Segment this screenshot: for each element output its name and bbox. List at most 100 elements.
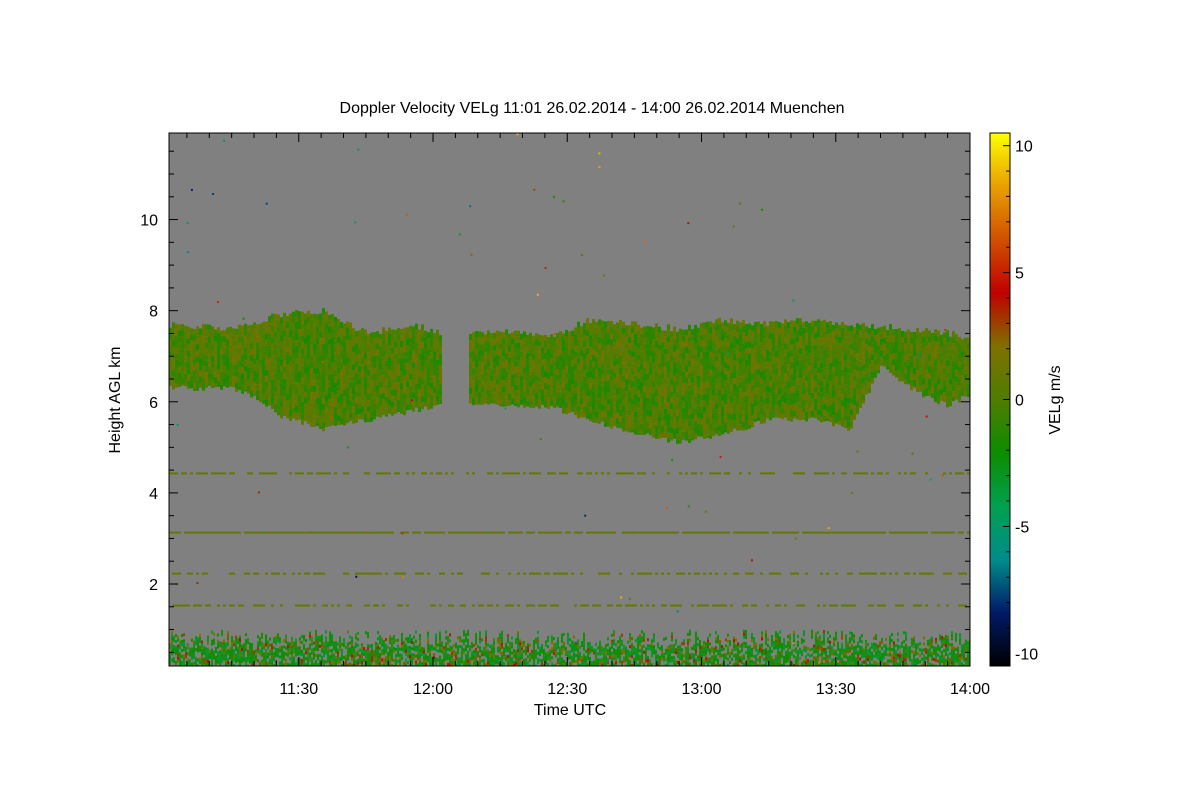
boundary-layer-cell <box>367 644 369 647</box>
cloud-cell <box>271 320 274 326</box>
cloud-cell <box>841 382 844 388</box>
cloud-cell <box>316 398 319 404</box>
boundary-layer-cell <box>221 657 223 660</box>
cloud-cell <box>724 386 727 392</box>
cloud-cell <box>577 376 580 382</box>
cloud-cell <box>763 399 766 405</box>
cloud-cell <box>388 364 391 370</box>
boundary-layer-cell <box>199 661 201 664</box>
cloud-cell <box>499 350 502 356</box>
cloud-cell <box>637 355 640 361</box>
cloud-cell <box>622 382 625 388</box>
cloud-cell <box>667 426 670 432</box>
boundary-layer-cell <box>417 648 419 651</box>
cloud-cell <box>724 356 727 362</box>
cloud-cell <box>538 359 541 365</box>
cloud-cell <box>601 399 604 405</box>
cloud-cell <box>346 393 349 399</box>
cloud-cell <box>433 375 436 381</box>
cloud-cell <box>697 364 700 370</box>
cloud-cell <box>916 346 919 352</box>
cloud-cell <box>499 392 502 398</box>
cloud-cell <box>232 340 235 346</box>
cloud-cell <box>823 326 826 332</box>
boundary-layer-cell <box>337 661 339 664</box>
cloud-cell <box>697 340 700 346</box>
boundary-layer-cell <box>217 640 219 643</box>
cloud-cell <box>664 433 667 438</box>
cloud-cell <box>712 383 715 389</box>
cloud-cell <box>667 372 670 378</box>
boundary-layer-cell <box>275 651 277 654</box>
cloud-cell <box>772 334 775 340</box>
cloud-cell <box>859 403 862 408</box>
cloud-cell <box>607 363 610 369</box>
cloud-cell <box>562 357 565 363</box>
cloud-cell <box>775 333 778 339</box>
boundary-layer-cell <box>409 637 411 640</box>
cloud-cell <box>400 395 403 401</box>
cloud-cell <box>679 443 682 444</box>
cloud-cell <box>610 351 613 357</box>
cloud-cell <box>643 422 646 428</box>
boundary-layer-cell <box>423 651 425 654</box>
cloud-cell <box>901 337 904 343</box>
cloud-cell <box>334 329 337 335</box>
cloud-cell <box>487 349 490 355</box>
cloud-cell <box>235 335 238 341</box>
cloud-cell <box>412 350 415 356</box>
cloud-cell <box>646 350 649 356</box>
cloud-cell <box>562 381 565 387</box>
cloud-cell <box>388 394 391 400</box>
boundary-layer-cell <box>459 645 461 648</box>
cloud-cell <box>841 388 844 394</box>
cloud-cell <box>598 415 601 421</box>
cloud-cell <box>373 392 376 398</box>
boundary-layer-cell <box>173 648 175 651</box>
cloud-cell <box>406 339 409 345</box>
cloud-cell <box>649 435 652 436</box>
boundary-layer-cell <box>387 652 389 655</box>
cloud-cell <box>196 332 199 338</box>
cloud-cell <box>235 329 238 335</box>
cloud-cell <box>526 395 529 401</box>
cloud-cell <box>757 369 760 375</box>
cloud-cell <box>679 395 682 401</box>
cloud-cell <box>817 337 820 343</box>
cloud-cell <box>511 398 514 404</box>
cloud-cell <box>694 397 697 403</box>
cloud-cell <box>586 342 589 348</box>
cloud-cell <box>775 351 778 357</box>
cloud-cell <box>676 356 679 362</box>
cloud-cell <box>376 379 379 385</box>
boundary-layer-cell <box>451 649 453 652</box>
cloud-cell <box>514 355 517 361</box>
boundary-layer-cell <box>297 650 299 653</box>
cloud-cell <box>850 397 853 403</box>
cloud-cell <box>193 383 196 389</box>
cloud-cell <box>619 404 622 410</box>
cloud-cell <box>856 407 859 413</box>
boundary-layer-cell <box>455 658 457 661</box>
cloud-cell <box>316 368 319 374</box>
cloud-cell <box>679 329 682 335</box>
cloud-cell <box>568 337 571 343</box>
boundary-layer-cell <box>369 657 371 660</box>
cloud-cell <box>325 377 328 383</box>
cloud-cell <box>715 331 718 337</box>
cloud-cell <box>511 368 514 374</box>
cloud-cell <box>679 341 682 347</box>
cloud-cell <box>229 357 232 363</box>
cloud-cell <box>358 366 361 372</box>
cloud-cell <box>502 404 505 406</box>
boundary-layer-cell <box>385 662 387 665</box>
cloud-cell <box>625 361 628 367</box>
cloud-cell <box>622 376 625 382</box>
cloud-cell <box>643 392 646 398</box>
cloud-cell <box>685 359 688 365</box>
cloud-cell <box>211 374 214 380</box>
cloud-cell <box>181 342 184 348</box>
cloud-cell <box>898 376 901 381</box>
boundary-layer-cell <box>295 651 297 654</box>
cloud-cell <box>400 359 403 365</box>
